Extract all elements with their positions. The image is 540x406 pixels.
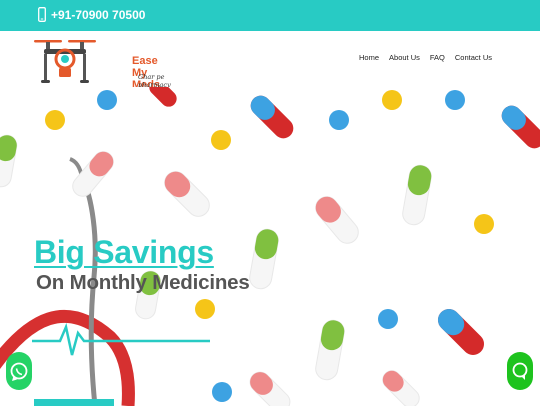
whatsapp-button[interactable] — [6, 352, 32, 390]
nav-about-us[interactable]: About Us — [389, 53, 420, 62]
nav-faq[interactable]: FAQ — [430, 53, 445, 62]
hero-banner: Big Savings On Monthly Medicines — [0, 87, 540, 406]
chat-icon — [512, 362, 528, 380]
chat-button[interactable] — [507, 352, 533, 390]
mobile-phone-icon — [38, 7, 46, 22]
nav-home[interactable]: Home — [359, 53, 379, 62]
phone-number: +91-70900 70500 — [51, 7, 146, 22]
hero-subheadline: On Monthly Medicines — [36, 271, 250, 294]
top-bar: +91-70900 70500 — [0, 0, 540, 31]
whatsapp-icon — [10, 362, 28, 381]
site-logo[interactable]: Ease My Meds Ghar pe pharmacy — [30, 37, 171, 91]
main-menu: Home About Us FAQ Contact Us — [359, 53, 492, 62]
drone-logo-icon — [34, 40, 96, 83]
nav-contact-us[interactable]: Contact Us — [455, 53, 492, 62]
phone-contact[interactable]: +91-70900 70500 — [38, 7, 145, 22]
hero-headline: Big Savings — [34, 234, 214, 270]
navbar: Ease My Meds Ghar pe pharmacy Home About… — [0, 31, 540, 91]
